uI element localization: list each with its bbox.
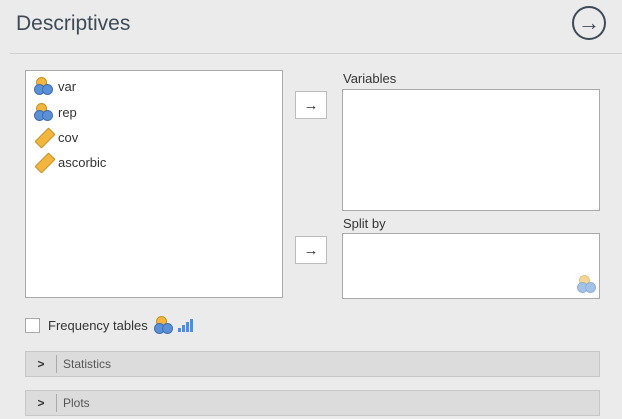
list-item-label: rep — [58, 104, 77, 120]
split-by-target-list[interactable] — [342, 233, 600, 299]
chevron-right-icon: > — [37, 396, 45, 410]
frequency-tables-option[interactable]: Frequency tables — [25, 315, 194, 335]
title-divider — [10, 53, 622, 54]
plots-section-label: Plots — [63, 396, 90, 410]
list-item[interactable]: cov — [34, 127, 79, 149]
nominal-icon — [153, 316, 173, 334]
move-to-variables-button[interactable]: → — [295, 91, 327, 119]
page-title: Descriptives — [16, 12, 131, 35]
divider — [56, 394, 57, 412]
list-item-label: ascorbic — [58, 154, 107, 170]
variables-target-list[interactable] — [342, 89, 600, 211]
split-by-label: Split by — [343, 216, 386, 231]
variables-label: Variables — [343, 71, 397, 86]
list-item[interactable]: rep — [34, 102, 77, 122]
nominal-icon — [577, 275, 596, 293]
statistics-section[interactable]: > Statistics — [25, 351, 600, 377]
ordinal-icon — [177, 318, 194, 332]
arrow-right-icon: → — [303, 96, 319, 114]
list-item-label: cov — [58, 129, 79, 145]
list-item[interactable]: var — [34, 76, 76, 96]
move-to-split-button[interactable]: → — [295, 236, 327, 264]
arrow-right-circle-icon: → — [578, 10, 600, 35]
divider — [56, 355, 57, 373]
statistics-section-label: Statistics — [63, 357, 112, 371]
nominal-icon — [34, 77, 53, 95]
continuous-icon — [34, 127, 56, 149]
frequency-tables-label: Frequency tables — [48, 317, 148, 333]
source-variable-list[interactable]: var rep cov ascorbic — [25, 70, 283, 298]
plots-section[interactable]: > Plots — [25, 390, 600, 416]
arrow-right-icon: → — [303, 241, 319, 259]
frequency-tables-checkbox[interactable] — [25, 317, 40, 333]
run-button[interactable]: → — [572, 6, 606, 40]
continuous-icon — [34, 152, 56, 174]
chevron-right-icon: > — [37, 357, 45, 371]
list-item[interactable]: ascorbic — [34, 152, 107, 174]
nominal-icon — [34, 103, 53, 121]
list-item-label: var — [58, 78, 77, 94]
